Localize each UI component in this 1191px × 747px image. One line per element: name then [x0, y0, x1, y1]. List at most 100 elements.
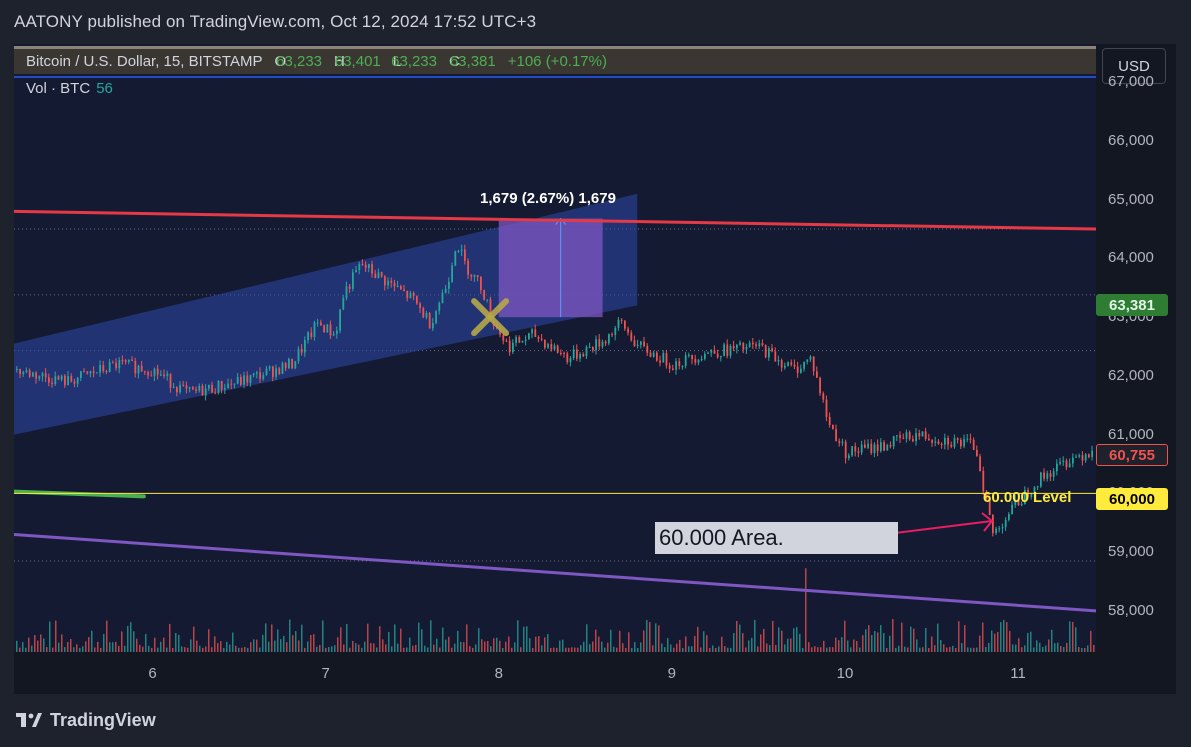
volume-bar [1000, 622, 1002, 652]
volume-bar [508, 636, 510, 652]
volume-bar [409, 637, 411, 652]
volume-bar [721, 636, 723, 652]
candle-body [236, 376, 239, 384]
volume-bar [310, 634, 312, 652]
candle-body [457, 250, 460, 252]
candle-body [252, 373, 255, 376]
candle-body [195, 389, 197, 391]
volume-bar [169, 623, 171, 652]
volume-bar [1054, 643, 1056, 652]
volume-bar [175, 633, 177, 652]
candle-body [246, 375, 249, 383]
candle-body [396, 286, 399, 288]
volume-bar [847, 640, 849, 652]
tradingview-brand[interactable]: TradingView [16, 710, 156, 731]
candle-body [752, 342, 754, 345]
candle-body [764, 345, 767, 358]
candle-body [528, 333, 530, 340]
volume-bar [283, 635, 285, 652]
candle-body [848, 455, 850, 459]
candle-body [668, 365, 671, 369]
candle-body [41, 373, 44, 377]
volume-bar [478, 628, 480, 652]
volume-bar [286, 642, 288, 652]
price-chart[interactable] [14, 44, 1096, 652]
candle-body [54, 376, 57, 385]
candle-body [710, 350, 713, 353]
volume-bar [232, 632, 234, 652]
candle-body [582, 354, 585, 357]
volume-bar [799, 633, 801, 652]
volume-bar [313, 634, 315, 652]
candle-body [102, 365, 105, 371]
volume-bar [292, 635, 294, 652]
candle-body [995, 528, 997, 534]
candle-body [569, 358, 572, 362]
volume-bar [736, 620, 738, 652]
volume-bar [961, 643, 963, 652]
candle-body [220, 380, 223, 390]
area-note[interactable]: 60.000 Area. [655, 522, 898, 554]
volume-bar [484, 641, 486, 652]
volume-bar [454, 643, 456, 652]
volume-bar [1027, 632, 1029, 652]
candle-body [614, 327, 617, 336]
volume-bar [934, 645, 936, 652]
time-axis[interactable] [14, 652, 1096, 694]
candle-body [300, 349, 303, 353]
candle-body [636, 344, 639, 347]
volume-bar [712, 645, 714, 652]
candle-body [403, 289, 405, 291]
candle-body [259, 372, 261, 379]
volume-bar [190, 639, 192, 652]
candle-body [35, 372, 37, 379]
candle-body [256, 372, 258, 374]
candle-body [1040, 472, 1042, 487]
candle-body [672, 368, 674, 370]
candle-body [812, 356, 815, 372]
candle-body [505, 340, 508, 342]
candle-body [697, 360, 700, 363]
candle-body [608, 334, 610, 344]
candle-body [617, 319, 620, 328]
volume-bar [415, 644, 417, 652]
candle-body [268, 366, 271, 369]
price-tick-label: 64,000 [1108, 249, 1154, 267]
candle-body [508, 340, 511, 353]
volume-bar [541, 645, 543, 652]
volume-bar [784, 644, 786, 652]
volume-bar [394, 624, 396, 652]
candle-body [448, 281, 450, 289]
volume-bar [598, 636, 600, 652]
candle-body [1052, 471, 1055, 477]
candle-body [768, 348, 770, 358]
volume-bar [535, 636, 537, 652]
candle-body [377, 272, 380, 279]
candle-body [1001, 527, 1004, 529]
candle-body [873, 444, 876, 454]
volume-bar [793, 628, 795, 652]
candle-body [992, 514, 994, 534]
candle-body [336, 330, 338, 334]
volume-bar [940, 640, 942, 652]
volume-bar [868, 625, 870, 652]
volume-bar [679, 639, 681, 652]
time-tick-label: 11 [1010, 665, 1026, 682]
volume-bar [262, 634, 264, 652]
candle-body [793, 364, 796, 367]
volume-bar [139, 644, 141, 652]
candle-body [60, 375, 63, 380]
volume-bar [277, 629, 279, 652]
volume-bar [544, 637, 546, 652]
volume-bar [373, 643, 375, 652]
candle-body [294, 361, 297, 369]
volume-bar [775, 645, 777, 652]
volume-bar [298, 640, 300, 652]
candle-body [38, 376, 41, 379]
volume-bar [592, 641, 594, 652]
volume-bar [685, 636, 687, 652]
candle-body [19, 368, 21, 375]
candle-body [153, 368, 156, 376]
candle-body [742, 342, 745, 350]
candle-body [953, 438, 956, 447]
